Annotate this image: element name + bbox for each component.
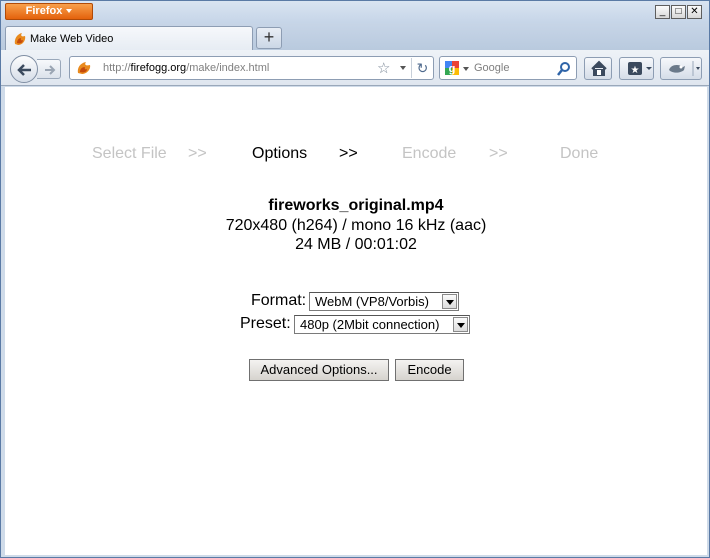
chevron-down-icon[interactable]: [442, 294, 457, 309]
navigation-toolbar: http://firefogg.org/make/index.html ☆ ↻ …: [1, 50, 709, 86]
svg-text:g: g: [449, 63, 456, 75]
file-name: fireworks_original.mp4: [268, 197, 444, 214]
step-done: Done: [560, 145, 599, 162]
home-icon: [591, 60, 607, 76]
step-separator: >>: [489, 145, 508, 162]
back-button[interactable]: [10, 55, 38, 83]
firefogg-favicon-icon: [14, 33, 26, 45]
firefox-menu-label: Firefox: [25, 5, 63, 17]
site-identity-icon: [77, 62, 91, 74]
back-arrow-icon: [17, 64, 31, 76]
url-bar[interactable]: http://firefogg.org/make/index.html ☆ ↻: [69, 56, 434, 80]
addon-icon: [669, 61, 700, 76]
step-separator: >>: [339, 145, 358, 162]
step-separator: >>: [188, 145, 207, 162]
title-bar: Firefox _ □ ✕: [1, 1, 709, 23]
advanced-options-button[interactable]: Advanced Options...: [249, 359, 389, 381]
tab-title: Make Web Video: [30, 33, 114, 45]
step-select-file: Select File: [92, 145, 167, 162]
bookmarks-icon: ★: [628, 62, 652, 76]
url-text: http://firefogg.org/make/index.html: [103, 62, 269, 74]
close-button[interactable]: ✕: [687, 5, 702, 19]
chevron-down-icon: [66, 9, 73, 14]
file-details: 720x480 (h264) / mono 16 kHz (aac): [225, 217, 487, 234]
history-dropdown-icon[interactable]: [400, 66, 406, 70]
google-icon: g: [445, 61, 459, 75]
bookmark-star-icon[interactable]: ☆: [377, 59, 390, 77]
maximize-button[interactable]: □: [671, 5, 686, 19]
file-size-duration: 24 MB / 00:01:02: [295, 236, 417, 253]
tab-strip: Make Web Video +: [1, 23, 709, 51]
bookmarks-button[interactable]: ★: [619, 57, 654, 80]
home-button[interactable]: [584, 57, 612, 80]
chevron-down-icon[interactable]: [453, 317, 468, 332]
firefox-menu-button[interactable]: Firefox: [5, 3, 93, 20]
minimize-button[interactable]: _: [655, 5, 670, 19]
page-content: Select File >> Options >> Encode >> Done…: [5, 87, 707, 555]
browser-window: Firefox _ □ ✕ Make Web Video + http://fi…: [0, 0, 710, 558]
forward-button[interactable]: [37, 59, 61, 79]
search-input[interactable]: Google: [474, 62, 509, 74]
search-engine-dropdown-icon[interactable]: [463, 67, 469, 71]
format-select-value: WebM (VP8/Vorbis): [315, 294, 429, 309]
step-encode: Encode: [402, 145, 457, 162]
reload-icon[interactable]: ↻: [411, 58, 433, 78]
preset-select[interactable]: 480p (2Mbit connection): [294, 315, 470, 334]
new-tab-button[interactable]: +: [256, 27, 282, 49]
svg-text:★: ★: [631, 65, 640, 76]
step-options: Options: [252, 145, 308, 162]
tab-make-web-video[interactable]: Make Web Video: [5, 26, 253, 51]
url-prefix: http://: [103, 62, 131, 74]
preset-label: Preset:: [240, 315, 291, 332]
format-select[interactable]: WebM (VP8/Vorbis): [309, 292, 459, 311]
forward-arrow-icon: [45, 65, 56, 75]
encode-button[interactable]: Encode: [395, 359, 464, 381]
url-path: /make/index.html: [186, 62, 270, 74]
search-bar[interactable]: g Google: [439, 56, 577, 80]
url-host: firefogg.org: [130, 62, 187, 74]
addon-button[interactable]: [660, 57, 702, 80]
preset-select-value: 480p (2Mbit connection): [300, 317, 440, 332]
format-label: Format:: [251, 292, 307, 309]
search-icon[interactable]: [557, 61, 571, 77]
